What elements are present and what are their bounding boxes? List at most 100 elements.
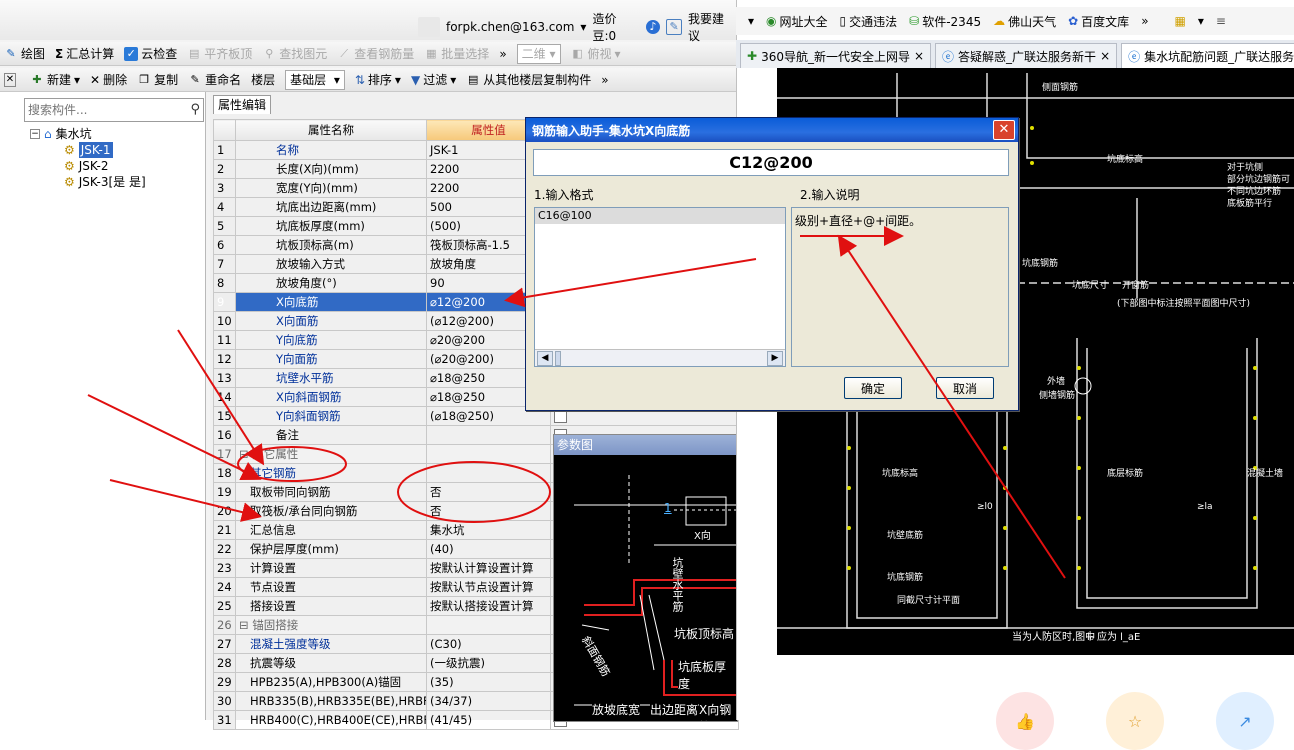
- draw-button[interactable]: ✎ 绘图: [4, 45, 45, 62]
- tree-item-jsk2[interactable]: ⚙ JSK-2: [30, 158, 200, 174]
- favorite-button[interactable]: ☆: [1106, 692, 1164, 750]
- row-index: 22: [213, 539, 236, 559]
- view-rebar-button[interactable]: ⟋ 查看钢筋量: [337, 45, 414, 62]
- fav-item-4[interactable]: ✿ 百度文库: [1068, 13, 1129, 30]
- chevron-down-icon[interactable]: ▾: [1198, 14, 1204, 28]
- toolbar-overflow-icon[interactable]: »: [499, 47, 506, 61]
- param-label-slope-width: 放坡底宽: [592, 701, 641, 718]
- row-index: 21: [213, 520, 236, 540]
- prop-value[interactable]: (40): [426, 539, 551, 559]
- collapse-icon[interactable]: ⊟: [239, 447, 252, 461]
- close-icon[interactable]: ✕: [4, 72, 16, 87]
- fav-item-2[interactable]: ⛁ 软件-2345: [909, 13, 981, 30]
- new-button[interactable]: ✚ 新建 ▾: [30, 71, 80, 88]
- collapse-icon[interactable]: −: [30, 129, 40, 139]
- tab-favicon: ✚: [747, 49, 758, 63]
- user-account[interactable]: forpk.chen@163.com: [446, 20, 574, 34]
- tree-item-jsk1[interactable]: ⚙ JSK-1: [30, 142, 200, 158]
- tab-1[interactable]: ⓔ 答疑解惑_广联达服务新干 ×: [935, 43, 1118, 68]
- prop-name-text: 锚固搭接: [252, 618, 299, 632]
- suggest-link[interactable]: 我要建议: [688, 10, 736, 44]
- fav-item-1[interactable]: ▯ 交通违法: [840, 13, 898, 30]
- copy-from-floor-button[interactable]: ▤ 从其他楼层复制构件: [466, 71, 591, 88]
- prop-name: 抗震等级: [235, 653, 427, 673]
- fav-item-3[interactable]: ☁ 佛山天气: [993, 13, 1056, 30]
- scroll-left-icon[interactable]: ◀: [537, 351, 553, 366]
- prop-value[interactable]: [426, 463, 551, 483]
- chevron-down-icon[interactable]: ▾: [748, 14, 754, 28]
- prop-value[interactable]: (34/37): [426, 691, 551, 711]
- prop-value[interactable]: [426, 425, 551, 445]
- tab-property-edit[interactable]: 属性编辑: [213, 95, 271, 114]
- close-icon[interactable]: ✕: [993, 120, 1015, 140]
- prop-value[interactable]: 否: [426, 501, 551, 521]
- prop-value[interactable]: [426, 615, 551, 635]
- rename-button[interactable]: ✎ 重命名: [188, 71, 242, 88]
- toolbar2-overflow-icon[interactable]: »: [601, 73, 608, 87]
- scroll-thumb[interactable]: [555, 351, 561, 366]
- prop-value[interactable]: (35): [426, 672, 551, 692]
- share-button[interactable]: ↗: [1216, 692, 1274, 750]
- sort-button[interactable]: ⇅ 排序 ▾: [355, 71, 401, 88]
- row-index: 6: [213, 235, 236, 255]
- prop-name: 长度(X向)(mm): [235, 159, 427, 179]
- tree-item-jsk3[interactable]: ⚙ JSK-3[是 是]: [30, 174, 200, 190]
- row-index: 8: [213, 273, 236, 293]
- scroll-right-icon[interactable]: ▶: [767, 351, 783, 366]
- draw-icon: ✎: [6, 46, 16, 60]
- filter-button[interactable]: ▼ 过滤 ▾: [411, 71, 456, 88]
- suggest-icon[interactable]: ✎: [666, 19, 683, 35]
- prop-value[interactable]: 按默认搭接设置计算: [426, 596, 551, 616]
- prop-name: HRB400(C),HRB400E(CE),HRBF: [235, 710, 427, 730]
- view-dim-combo[interactable]: 二维 ▾: [516, 43, 561, 64]
- tree-root[interactable]: − ⌂ 集水坑: [30, 126, 200, 142]
- checkbox[interactable]: [554, 410, 567, 423]
- prop-name: Y向斜面钢筋: [235, 406, 427, 426]
- delete-button[interactable]: ✕ 删除: [90, 71, 127, 88]
- fav-item-0[interactable]: ◉ 网址大全: [766, 13, 828, 30]
- chevron-down-icon[interactable]: ▾: [580, 20, 586, 34]
- tab-0[interactable]: ✚ 360导航_新一代安全上网导 ×: [740, 43, 932, 68]
- rebar-input-field[interactable]: C12@200: [533, 149, 1009, 176]
- prop-value[interactable]: [426, 444, 551, 464]
- apps-icon[interactable]: ▦: [1175, 14, 1186, 28]
- rename-icon: ✎: [190, 72, 200, 86]
- floor-select[interactable]: 基础层 ▾: [285, 69, 345, 90]
- component-search[interactable]: ⚲: [24, 98, 204, 122]
- prop-name: 搭接设置: [235, 596, 427, 616]
- search-input[interactable]: [25, 99, 180, 121]
- prop-value[interactable]: 集水坑: [426, 520, 551, 540]
- close-icon[interactable]: ×: [1100, 49, 1110, 63]
- prop-value[interactable]: (41/45): [426, 710, 551, 730]
- collapse-icon[interactable]: ⊟: [239, 618, 252, 632]
- batch-select-button[interactable]: ▦ 批量选择: [424, 45, 489, 62]
- summary-calc-button[interactable]: Σ 汇总计算: [55, 45, 114, 62]
- ok-button[interactable]: 确定: [844, 377, 902, 399]
- format-list-item[interactable]: C16@100: [535, 208, 785, 224]
- row-index: 14: [213, 387, 236, 407]
- horizontal-scrollbar[interactable]: ◀ ▶: [535, 349, 785, 366]
- tab-2[interactable]: ⓔ 集水坑配筋问题_广联达服务: [1121, 43, 1294, 68]
- copy-button[interactable]: ❐ 复制: [137, 71, 178, 88]
- bell-icon[interactable]: ♪: [646, 20, 661, 34]
- cancel-button[interactable]: 取消: [936, 377, 994, 399]
- cloud-check-button[interactable]: ✓ 云检查: [124, 45, 177, 62]
- prop-value[interactable]: 按默认节点设置计算: [426, 577, 551, 597]
- row-index: 19: [213, 482, 236, 502]
- find-element-button[interactable]: ⚲ 查找图元: [262, 45, 327, 62]
- prop-name: 宽度(Y向)(mm): [235, 178, 427, 198]
- row-index: 18: [213, 463, 236, 483]
- prop-value[interactable]: 按默认计算设置计算: [426, 558, 551, 578]
- search-icon[interactable]: ⚲: [190, 102, 200, 117]
- favorites-overflow-icon[interactable]: »: [1141, 14, 1148, 28]
- like-button[interactable]: 👍: [996, 692, 1054, 750]
- prop-value[interactable]: (一级抗震): [426, 653, 551, 673]
- prop-value[interactable]: 否: [426, 482, 551, 502]
- close-icon[interactable]: ×: [914, 49, 924, 63]
- view-mode-button[interactable]: ◧ 俯视 ▾: [571, 45, 620, 62]
- menu-icon[interactable]: ≡: [1216, 14, 1226, 28]
- prop-name-text: HRB400(C),HRB400E(CE),HRBF: [250, 713, 427, 727]
- param-label-edge-dist: 出边距离: [650, 701, 699, 718]
- prop-value[interactable]: (C30): [426, 634, 551, 654]
- align-slab-top-button[interactable]: ▤ 平齐板顶: [187, 45, 252, 62]
